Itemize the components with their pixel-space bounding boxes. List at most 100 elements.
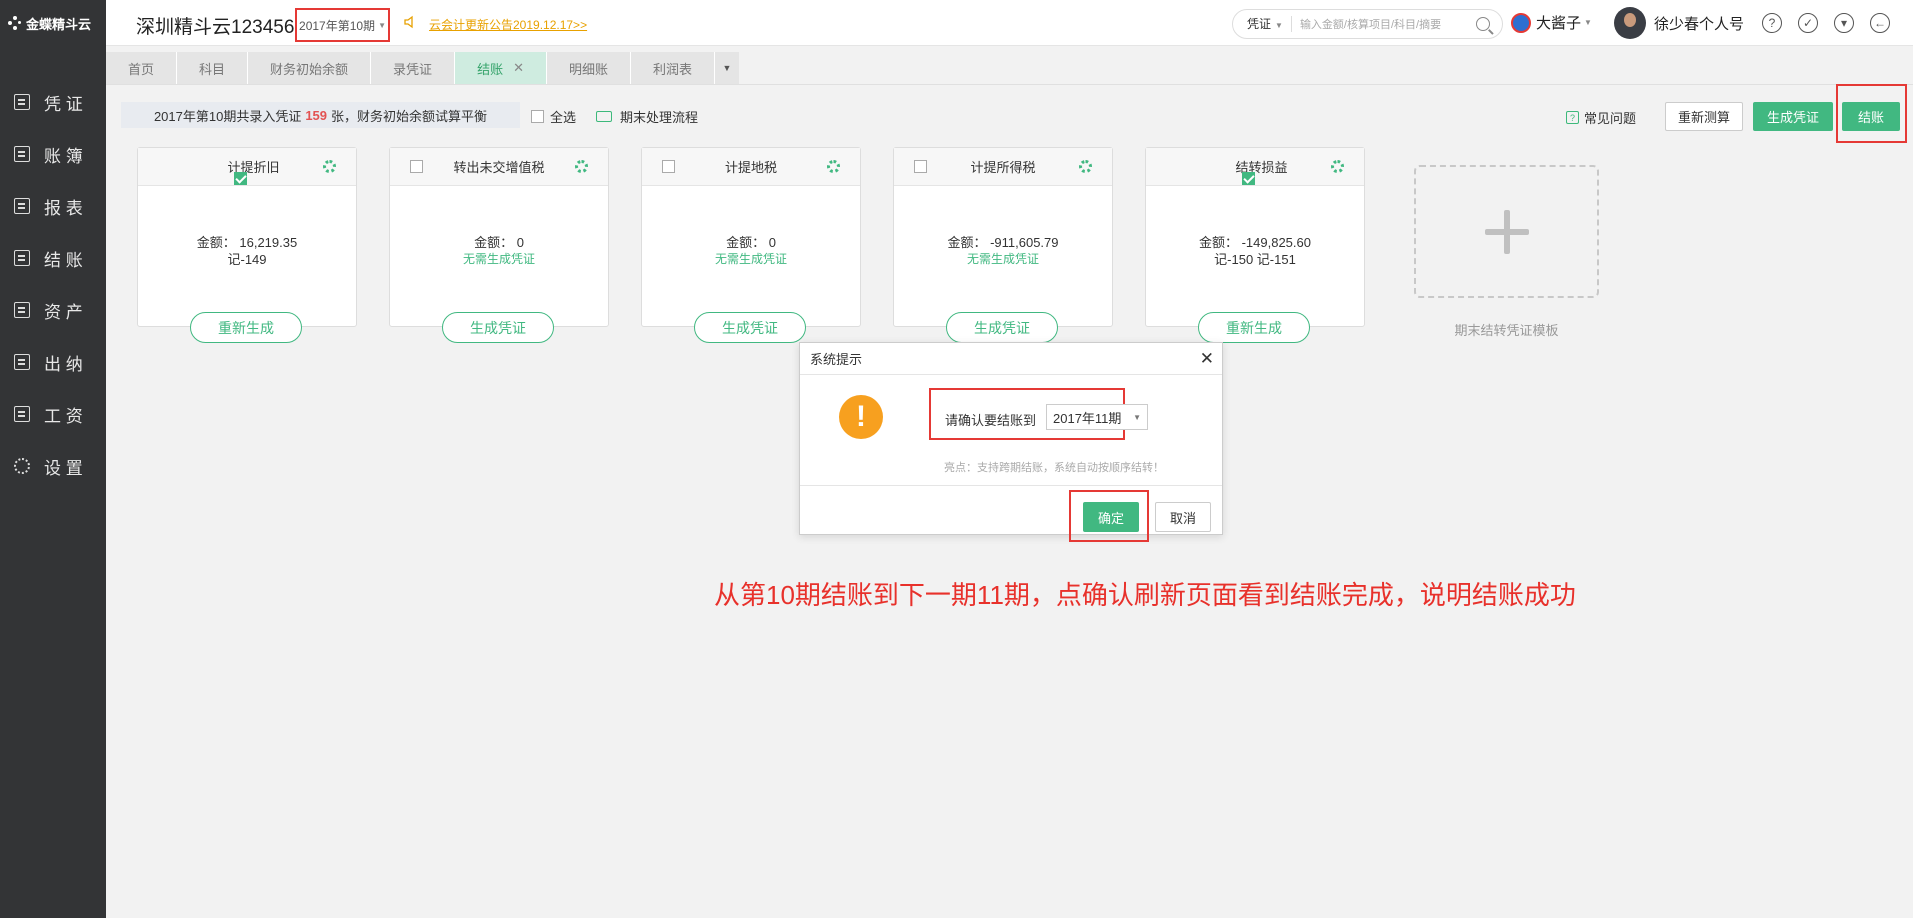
close-icon[interactable]: ✕ bbox=[1200, 349, 1214, 369]
close-icon[interactable]: ✕ bbox=[513, 60, 524, 76]
gear-icon[interactable] bbox=[323, 160, 336, 173]
tab-initial-balance[interactable]: 财务初始余额 bbox=[248, 52, 372, 84]
sidebar-item-report[interactable]: 报 表 bbox=[0, 180, 106, 232]
search-box[interactable]: 凭证 ▼ 输入金额/核算项目/科目/摘要 bbox=[1232, 9, 1503, 39]
sidebar-item-label: 设 置 bbox=[44, 458, 83, 478]
sidebar-item-asset[interactable]: 资 产 bbox=[0, 284, 106, 336]
announcement-link[interactable]: 云会计更新公告2019.12.17>> bbox=[429, 16, 587, 33]
card-amount: 金额： 16,219.35 bbox=[196, 235, 298, 250]
card-body: 金额： -149,825.60 记-150 记-151 bbox=[1146, 186, 1364, 268]
card-voucher-ref[interactable]: 记-150 记-151 bbox=[1146, 251, 1364, 268]
tab-income-statement[interactable]: 利润表 bbox=[631, 52, 716, 84]
tab-closing[interactable]: 结账 ✕ bbox=[455, 52, 547, 84]
company-name: 深圳精斗云123456 bbox=[136, 17, 295, 38]
card-header: 计提所得税 bbox=[894, 148, 1112, 186]
period-selector[interactable]: 2017年第10期 ▼ bbox=[295, 8, 390, 42]
card-amount: 金额： -911,605.79 bbox=[947, 235, 1059, 250]
tab-enter-voucher[interactable]: 录凭证 bbox=[371, 52, 456, 84]
card-body: 金额： 0 无需生成凭证 bbox=[390, 186, 608, 268]
report-icon bbox=[14, 198, 30, 214]
card-body: 金额： 0 无需生成凭证 bbox=[642, 186, 860, 268]
plus-icon-vertical bbox=[1503, 209, 1510, 254]
logo-text: 金蝶精斗云 bbox=[26, 16, 92, 32]
logout-icon[interactable]: ← bbox=[1870, 13, 1890, 33]
ok-button[interactable]: 确定 bbox=[1083, 502, 1139, 532]
card-header: 结转损益 bbox=[1146, 148, 1364, 186]
generate-voucher-card-button[interactable]: 生成凭证 bbox=[694, 312, 806, 343]
tab-label: 首页 bbox=[128, 61, 155, 77]
sidebar-item-label: 结 账 bbox=[44, 250, 83, 270]
salary-icon bbox=[14, 406, 30, 422]
card-title: 转出未交增值税 bbox=[453, 160, 545, 175]
gear-icon bbox=[14, 458, 30, 474]
generate-voucher-card-button[interactable]: 生成凭证 bbox=[442, 312, 554, 343]
closing-card-vat-transfer: 转出未交增值税 金额： 0 无需生成凭证 生成凭证 bbox=[389, 147, 609, 343]
checkbox[interactable] bbox=[1242, 172, 1256, 185]
clock-icon[interactable]: ✓ bbox=[1798, 13, 1818, 33]
tab-label: 录凭证 bbox=[393, 61, 433, 77]
generate-voucher-card-button[interactable]: 生成凭证 bbox=[946, 312, 1058, 343]
annotation-caption: 从第10期结账到下一期11期，点确认刷新页面看到结账完成，说明结账成功 bbox=[714, 580, 1576, 610]
dialog-title: 系统提示 bbox=[810, 352, 863, 367]
tab-label: 科目 bbox=[199, 61, 226, 77]
closing-card-income-tax: 计提所得税 金额： -911,605.79 无需生成凭证 生成凭证 bbox=[893, 147, 1113, 343]
checkbox[interactable] bbox=[234, 172, 248, 185]
card-body: 金额： 16,219.35 记-149 bbox=[138, 186, 356, 268]
card-voucher-ref[interactable]: 记-149 bbox=[138, 251, 356, 268]
cancel-button[interactable]: 取消 bbox=[1155, 502, 1211, 532]
sidebar-item-settings[interactable]: 设 置 bbox=[0, 440, 106, 492]
add-template-button[interactable] bbox=[1414, 165, 1599, 298]
checkbox[interactable] bbox=[662, 160, 675, 173]
sidebar: 金蝶精斗云 凭 证 账 簿 报 表 结 账 资 产 出 纳 工 资 设 置 bbox=[0, 0, 106, 918]
remeasure-button[interactable]: 重新测算 bbox=[1665, 102, 1743, 131]
confirm-label: 请确认要结账到 bbox=[945, 413, 1037, 428]
card-amount: 金额： 0 bbox=[474, 235, 524, 250]
tab-home[interactable]: 首页 bbox=[106, 52, 178, 84]
gear-icon[interactable] bbox=[827, 160, 840, 173]
search-type-select[interactable]: 凭证 ▼ bbox=[1233, 16, 1292, 32]
select-all-checkbox[interactable]: 全选 bbox=[531, 107, 576, 126]
org-avatar bbox=[1511, 12, 1531, 33]
voucher-count: 159 bbox=[305, 107, 328, 123]
checkbox[interactable] bbox=[410, 160, 423, 173]
gear-icon[interactable] bbox=[575, 160, 588, 173]
card-amount: 金额： 0 bbox=[726, 235, 776, 250]
generate-voucher-button[interactable]: 生成凭证 bbox=[1753, 102, 1833, 131]
card-amount: 金额： -149,825.60 bbox=[1198, 235, 1311, 250]
user-menu[interactable]: 徐少春个人号 bbox=[1614, 7, 1744, 39]
sidebar-item-ledger[interactable]: 账 簿 bbox=[0, 128, 106, 180]
card-note: 无需生成凭证 bbox=[462, 252, 535, 266]
sidebar-item-salary[interactable]: 工 资 bbox=[0, 388, 106, 440]
template-label: 期末结转凭证模板 bbox=[1454, 323, 1559, 338]
sidebar-item-closing[interactable]: 结 账 bbox=[0, 232, 106, 284]
checkbox[interactable] bbox=[531, 110, 544, 123]
search-input[interactable]: 输入金额/核算项目/科目/摘要 bbox=[1292, 16, 1476, 32]
process-flow-link[interactable]: 期末处理流程 bbox=[596, 107, 698, 126]
org-switcher[interactable]: 大酱子 ▼ bbox=[1511, 12, 1592, 33]
tab-detail-ledger[interactable]: 明细账 bbox=[546, 52, 631, 84]
tab-label: 结账 bbox=[477, 61, 504, 77]
gear-icon[interactable] bbox=[1079, 160, 1092, 173]
tab-accounts[interactable]: 科目 bbox=[177, 52, 249, 84]
sidebar-item-label: 凭 证 bbox=[44, 94, 83, 114]
checkbox[interactable] bbox=[914, 160, 927, 173]
faq-link[interactable]: ? 常见问题 bbox=[1566, 108, 1636, 127]
sidebar-item-cashier[interactable]: 出 纳 bbox=[0, 336, 106, 388]
regenerate-button[interactable]: 重新生成 bbox=[1198, 312, 1310, 343]
confirm-dialog: 系统提示 ✕ ! 请确认要结账到 2017年11期 ▼ 亮点：支持跨期结账，系统… bbox=[799, 342, 1223, 542]
tab-label: 利润表 bbox=[653, 61, 693, 77]
chevron-down-icon: ▼ bbox=[1584, 18, 1592, 27]
app-logo[interactable]: 金蝶精斗云 bbox=[0, 0, 106, 46]
search-icon[interactable] bbox=[1476, 17, 1490, 31]
gear-icon[interactable] bbox=[1331, 160, 1344, 173]
help-icon[interactable]: ? bbox=[1762, 13, 1782, 33]
voucher-icon bbox=[14, 94, 30, 110]
card-title: 计提地税 bbox=[724, 160, 777, 175]
tab-overflow-button[interactable]: ▼ bbox=[715, 52, 740, 84]
target-period-value: 2017年11期 bbox=[1053, 410, 1122, 426]
sidebar-item-voucher[interactable]: 凭 证 bbox=[0, 76, 106, 128]
shirt-icon[interactable]: ▾ bbox=[1834, 13, 1854, 33]
target-period-select[interactable]: 2017年11期 ▼ bbox=[1046, 404, 1148, 430]
regenerate-button[interactable]: 重新生成 bbox=[190, 312, 302, 343]
faq-label: 常见问题 bbox=[1584, 111, 1637, 126]
